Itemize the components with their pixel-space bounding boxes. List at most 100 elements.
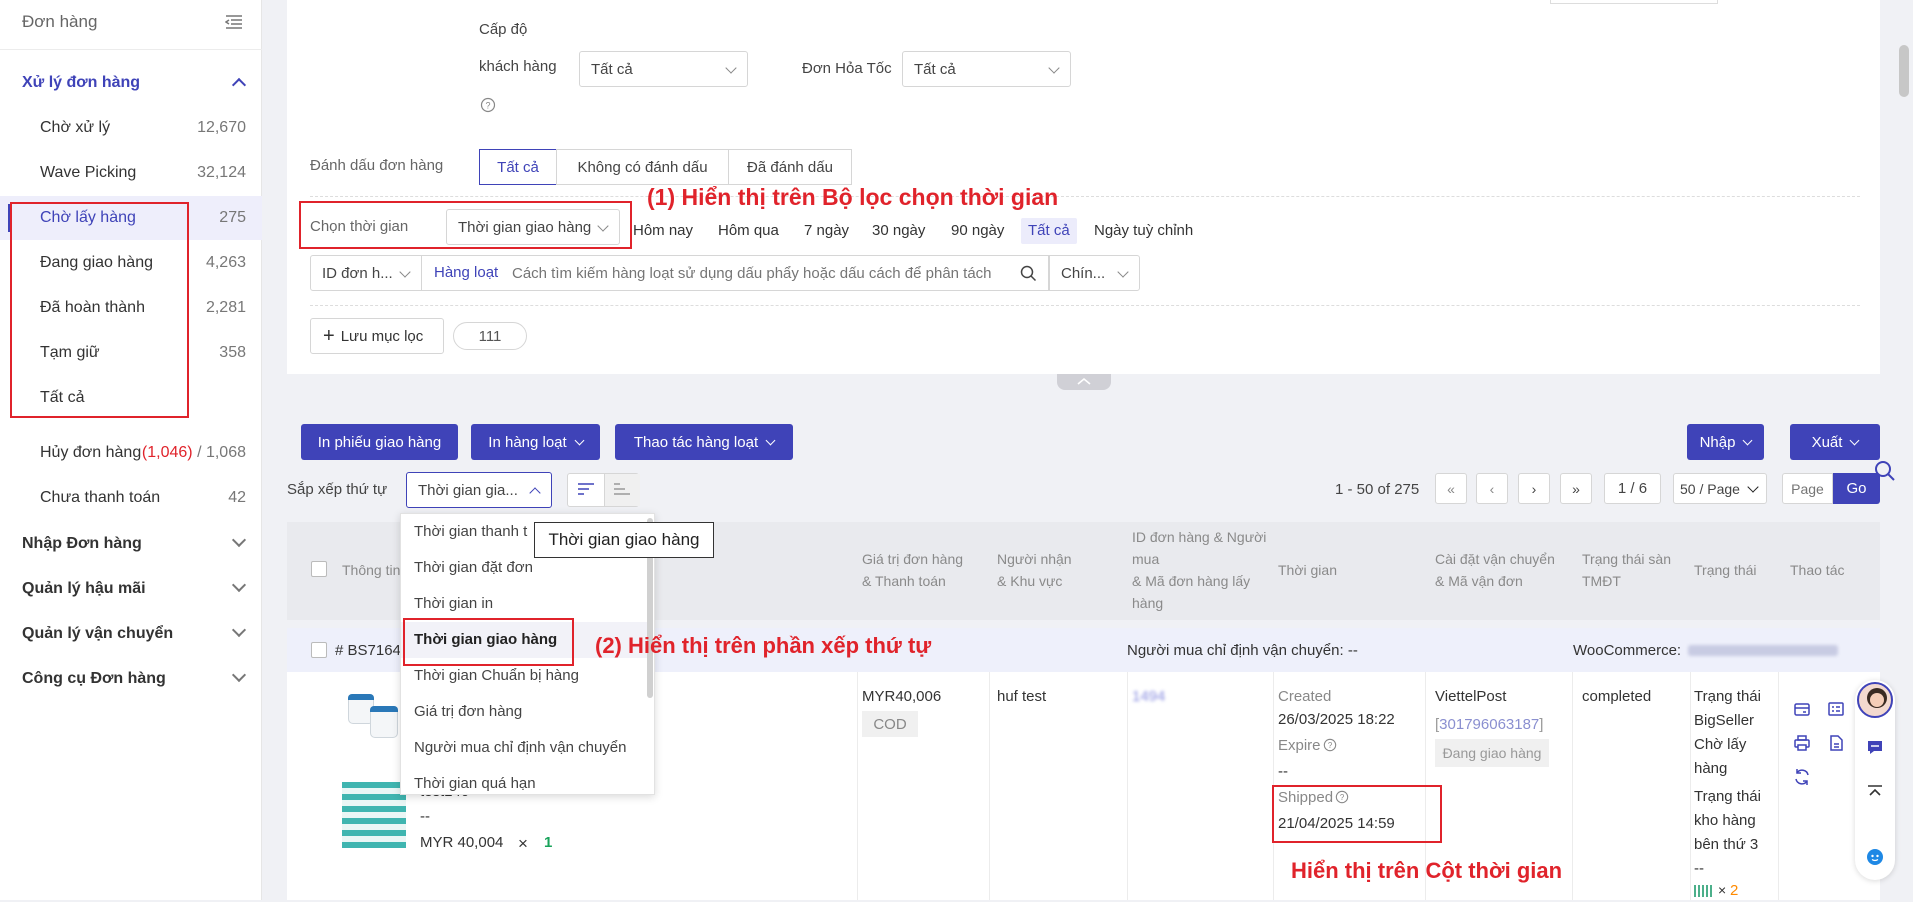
mark-option-unmarked[interactable]: Không có đánh dấu — [556, 149, 729, 185]
time-option-all[interactable]: Tất cả — [1021, 218, 1077, 244]
sidebar-item-completed[interactable]: Đã hoàn thành 2,281 — [0, 286, 262, 330]
sort-option-print-time[interactable]: Thời gian in — [401, 586, 647, 622]
sidebar-group-shipping[interactable]: Quản lý vận chuyển — [0, 612, 262, 656]
sort-select[interactable]: Thời gian gia... — [406, 472, 552, 508]
time-option-90-days[interactable]: 90 ngày — [944, 218, 1011, 244]
saved-filter-chip[interactable]: 111 — [453, 322, 527, 350]
tracking-number[interactable]: [301796063187] — [1435, 713, 1543, 736]
express-label: Đơn Hỏa Tốc — [802, 60, 892, 77]
refresh-icon[interactable] — [1793, 768, 1811, 786]
time-type-select[interactable]: Thời gian giao hàng — [446, 209, 620, 245]
collapse-menu-icon[interactable] — [225, 14, 243, 30]
time-option-30-days[interactable]: 30 ngày — [865, 218, 932, 244]
sidebar-group-after-sales[interactable]: Quản lý hậu mãi — [0, 567, 262, 611]
product-quantity: 1 — [544, 834, 553, 851]
svg-text:?: ? — [1327, 741, 1332, 750]
page-scrollbar[interactable] — [1899, 45, 1909, 97]
customer-level-select[interactable]: Tất cả — [579, 51, 748, 87]
sort-descending-icon[interactable] — [577, 482, 595, 498]
sidebar-group-import[interactable]: Nhập Đơn hàng — [0, 522, 262, 566]
receiver-name: huf test — [997, 688, 1047, 705]
page-size-select[interactable]: 50 / Page — [1673, 473, 1767, 504]
page-jump-input[interactable] — [1782, 473, 1833, 504]
sidebar-item-awaiting-pickup[interactable]: Chờ lấy hàng 275 — [0, 196, 262, 240]
prev-page-icon[interactable]: ‹ — [1476, 473, 1508, 504]
annotation-time-column: Hiển thị trên Cột thời gian — [1291, 858, 1563, 883]
sidebar-group-tools[interactable]: Công cụ Đơn hàng — [0, 657, 262, 701]
order-checkbox[interactable] — [311, 642, 327, 658]
chevron-down-icon — [399, 266, 411, 278]
sidebar-group-process[interactable]: Xử lý đơn hàng — [0, 61, 262, 105]
payment-badge: COD — [862, 711, 918, 737]
printer-icon[interactable] — [1793, 734, 1811, 752]
time-option-yesterday[interactable]: Hôm qua — [711, 218, 786, 244]
document-icon[interactable] — [1827, 734, 1845, 752]
sort-option-order-value[interactable]: Giá trị đơn hàng — [401, 694, 647, 730]
sidebar-item-on-hold[interactable]: Tạm giữ 358 — [0, 331, 262, 375]
next-page-icon[interactable]: › — [1518, 473, 1550, 504]
sidebar-item-pending[interactable]: Chờ xử lý 12,670 — [0, 106, 262, 150]
buyer-shipping-note: Người mua chỉ định vận chuyển: -- — [1127, 642, 1358, 659]
exact-match-select[interactable]: Chín... — [1049, 255, 1140, 291]
mark-option-marked[interactable]: Đã đánh dấu — [728, 149, 852, 185]
tracking-code[interactable]: 301796063187 — [1439, 716, 1539, 733]
first-page-icon[interactable]: « — [1435, 473, 1467, 504]
batch-actions-button[interactable]: Thao tác hàng loạt — [615, 424, 793, 460]
print-delivery-note-button[interactable]: In phiếu giao hàng — [301, 424, 458, 460]
support-bot-icon[interactable] — [1866, 848, 1884, 866]
search-input-wrap[interactable]: Hàng loạt — [421, 255, 1049, 291]
time-option-today[interactable]: Hôm nay — [626, 218, 700, 244]
import-button[interactable]: Nhập — [1687, 424, 1764, 460]
avatar[interactable] — [1857, 682, 1893, 718]
mark-option-all[interactable]: Tất cả — [479, 149, 557, 185]
express-select[interactable]: Tất cả — [902, 51, 1071, 87]
sort-option-buyer-carrier[interactable]: Người mua chỉ định vận chuyển — [401, 730, 647, 766]
time-option-7-days[interactable]: 7 ngày — [797, 218, 856, 244]
button-label: Thao tác hàng loạt — [633, 433, 759, 451]
th-shipping-2: & Mã vận đơn — [1435, 573, 1523, 589]
collapse-panel-handle[interactable] — [1057, 374, 1111, 390]
cancel-count-red: (1,046) — [141, 444, 193, 461]
details-icon[interactable] — [1827, 700, 1845, 718]
annotation-time-filter: (1) Hiển thị trên Bộ lọc chọn thời gian — [647, 184, 1059, 210]
sidebar-item-cancelled[interactable]: Hủy đơn hàng (1,046) / 1,068 — [0, 431, 262, 475]
batch-search-toggle[interactable]: Hàng loạt — [434, 264, 498, 281]
back-to-top-icon[interactable] — [1866, 783, 1884, 801]
chevron-up-icon — [1077, 377, 1091, 385]
save-filter-button[interactable]: + Lưu mục lọc — [310, 318, 444, 354]
go-button[interactable]: Go — [1833, 473, 1880, 504]
sidebar-item-delivering[interactable]: Đang giao hàng 4,263 — [0, 241, 262, 285]
id-type-select[interactable]: ID đơn h... — [310, 255, 422, 291]
batch-print-button[interactable]: In hàng loạt — [471, 424, 600, 460]
order-id-blurred[interactable]: 1494 — [1132, 685, 1165, 708]
customer-level-label-1: Cấp độ — [479, 21, 528, 38]
search-icon[interactable] — [1020, 265, 1037, 282]
search-input[interactable] — [512, 257, 1012, 289]
export-button[interactable]: Xuất — [1790, 424, 1880, 460]
time-option-custom[interactable]: Ngày tuỳ chỉnh — [1087, 218, 1200, 244]
product-image[interactable] — [340, 682, 406, 748]
help-icon[interactable]: ? — [1335, 790, 1349, 804]
sort-option-prep-time[interactable]: Thời gian Chuẩn bị hàng — [401, 658, 647, 694]
th-status: Trạng thái — [1694, 562, 1757, 578]
sidebar-item-all[interactable]: Tất cả — [0, 376, 262, 420]
sidebar-item-count: (1,046) / 1,068 — [142, 444, 246, 462]
order-number[interactable]: # BS7164 — [335, 639, 401, 662]
product-image[interactable] — [342, 782, 406, 848]
sidebar-item-unpaid[interactable]: Chưa thanh toán 42 — [0, 476, 262, 520]
chat-icon[interactable] — [1866, 738, 1884, 756]
sidebar-item-wave-picking[interactable]: Wave Picking 32,124 — [0, 151, 262, 195]
last-page-icon[interactable]: » — [1560, 473, 1592, 504]
select-all-checkbox[interactable] — [311, 561, 327, 577]
th-actions: Thao tác — [1790, 562, 1845, 578]
help-icon[interactable]: ? — [1323, 738, 1337, 752]
chevron-down-icon — [597, 220, 609, 232]
sort-option-overdue-time[interactable]: Thời gian quá hạn — [401, 766, 647, 794]
expire-label: Expire? — [1278, 734, 1337, 757]
help-icon[interactable]: ? — [480, 97, 496, 113]
print-invoice-icon[interactable] — [1793, 700, 1811, 718]
pagination-range: 1 - 50 of 275 — [1335, 481, 1420, 498]
sort-ascending-icon[interactable] — [613, 482, 631, 498]
sidebar-item-count: 2,281 — [205, 299, 246, 316]
search-icon[interactable] — [1874, 460, 1896, 482]
